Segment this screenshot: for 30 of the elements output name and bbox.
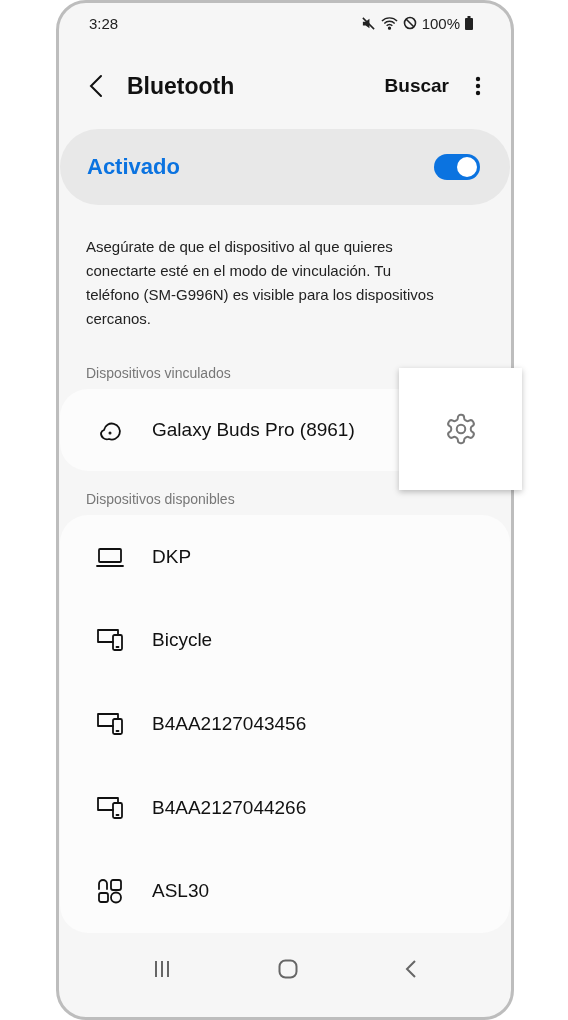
section-heading: Dispositivos vinculados [86, 365, 232, 381]
devices-icon [96, 627, 124, 654]
status-time: 3:28 [89, 14, 119, 32]
device-row[interactable]: Bicycle [60, 598, 510, 683]
device-name: B4AA2127043456 [152, 713, 307, 735]
battery-icon [465, 16, 473, 30]
search-devices-button[interactable]: Buscar [384, 75, 449, 97]
switch-label: Activado [87, 154, 180, 180]
wifi-icon [380, 16, 398, 30]
devices-icon [96, 711, 124, 737]
device-name: ASL30 [152, 880, 210, 903]
devices-icon [96, 794, 124, 821]
description-text: Asegúrate de que el dispositivo al que quieres conectarte esté en el modo de vinculación. Tu teléfono (SM-G996N) es visible para los dispositivos cercanos. [86, 237, 435, 329]
mute-icon [360, 15, 376, 31]
device-name: B4AA2127044266 [152, 796, 307, 819]
more-options-button[interactable] [475, 76, 481, 96]
device-row[interactable]: Galaxy Buds Pro (8961) [60, 389, 392, 471]
battery-percent: 100% [421, 14, 460, 32]
device-name: Galaxy Buds Pro (8961) [152, 419, 355, 441]
apps-icon [96, 877, 124, 906]
page-title: Bluetooth [127, 72, 236, 100]
device-name: Bicycle [152, 629, 213, 652]
do-not-disturb-icon [402, 16, 417, 30]
device-name: DKP [152, 545, 192, 568]
device-row[interactable]: B4AA2127044266 [60, 765, 510, 850]
device-row[interactable]: ASL30 [60, 849, 510, 933]
device-row[interactable]: B4AA2127043456 [60, 682, 510, 766]
section-heading: Dispositivos disponibles [86, 491, 236, 507]
device-row[interactable]: DKP [60, 515, 510, 599]
bluetooth-toggle[interactable] [434, 154, 480, 180]
